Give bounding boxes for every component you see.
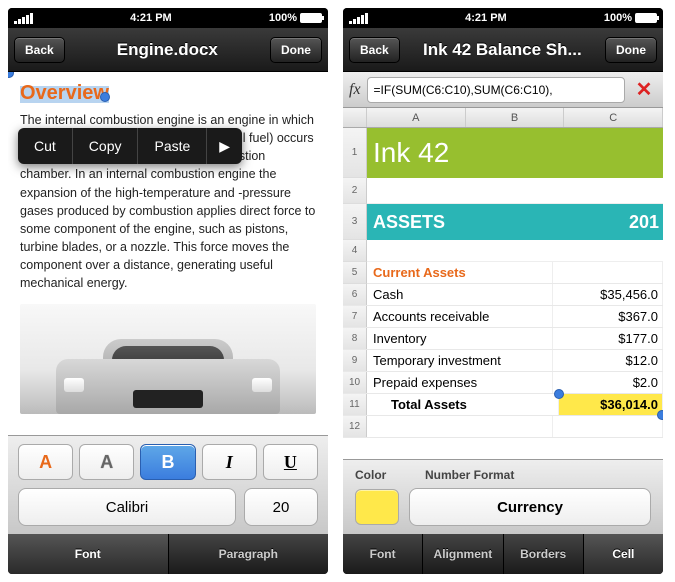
data-row[interactable]: 6Cash$35,456.0 bbox=[343, 284, 663, 306]
selection-handle[interactable] bbox=[554, 389, 564, 399]
done-button[interactable]: Done bbox=[605, 37, 657, 63]
cell-label[interactable]: Inventory bbox=[367, 328, 553, 349]
col-b[interactable]: B bbox=[466, 108, 565, 127]
document-body[interactable]: Overview The internal combustion engine … bbox=[8, 72, 328, 435]
blank-row[interactable] bbox=[343, 178, 663, 204]
fill-color-swatch[interactable] bbox=[355, 489, 399, 525]
bottom-tabs: Font Alignment Borders Cell bbox=[343, 534, 663, 574]
bottom-tabs: Font Paragraph bbox=[8, 534, 328, 574]
underline-button[interactable]: U bbox=[263, 444, 318, 480]
clock: 4:21 PM bbox=[130, 12, 172, 24]
font-color-button[interactable]: A bbox=[18, 444, 73, 480]
bold-button[interactable]: B bbox=[140, 444, 195, 480]
cell-label[interactable]: Prepaid expenses bbox=[367, 372, 553, 393]
tab-font[interactable]: Font bbox=[343, 534, 423, 574]
formula-input[interactable]: =IF(SUM(C6:C10),SUM(C6:C10), bbox=[367, 77, 625, 103]
cell-value[interactable]: $2.0 bbox=[553, 372, 663, 393]
cell-value[interactable]: $367.0 bbox=[553, 306, 663, 327]
cell-value[interactable]: $12.0 bbox=[553, 350, 663, 371]
signal-icon bbox=[349, 13, 368, 24]
tab-paragraph[interactable]: Paragraph bbox=[169, 534, 329, 574]
total-label[interactable]: Total Assets bbox=[367, 394, 559, 415]
more-actions-icon[interactable]: ▶ bbox=[207, 130, 242, 163]
row-num[interactable]: 9 bbox=[343, 350, 367, 371]
word-processor-screen: 4:21 PM 100% Back Engine.docx Done Overv… bbox=[8, 8, 328, 574]
cell-value[interactable]: $35,456.0 bbox=[553, 284, 663, 305]
cell-label[interactable]: Cash bbox=[367, 284, 553, 305]
status-bar: 4:21 PM 100% bbox=[8, 8, 328, 28]
cell-value[interactable]: $177.0 bbox=[553, 328, 663, 349]
fx-icon[interactable]: fx bbox=[349, 81, 361, 99]
cut-action[interactable]: Cut bbox=[18, 128, 73, 164]
paste-action[interactable]: Paste bbox=[138, 128, 207, 164]
font-size-picker[interactable]: 20 bbox=[244, 488, 318, 526]
heading-overview[interactable]: Overview bbox=[20, 82, 109, 104]
row-num[interactable]: 10 bbox=[343, 372, 367, 393]
number-format-picker[interactable]: Currency bbox=[409, 488, 651, 526]
clock: 4:21 PM bbox=[465, 12, 507, 24]
data-row[interactable]: 7Accounts receivable$367.0 bbox=[343, 306, 663, 328]
col-a[interactable]: A bbox=[367, 108, 466, 127]
row-num[interactable]: 4 bbox=[343, 240, 367, 262]
doc-title: Engine.docx bbox=[117, 40, 218, 60]
back-button[interactable]: Back bbox=[349, 37, 400, 63]
data-row[interactable]: 8Inventory$177.0 bbox=[343, 328, 663, 350]
cancel-formula-icon[interactable]: ✕ bbox=[631, 77, 657, 103]
status-bar: 4:21 PM 100% bbox=[343, 8, 663, 28]
cell-label[interactable]: Temporary investment bbox=[367, 350, 553, 371]
done-button[interactable]: Done bbox=[270, 37, 322, 63]
data-row[interactable]: 10Prepaid expenses$2.0 bbox=[343, 372, 663, 394]
spreadsheet-grid[interactable]: A B C 1 2 3 4 5 Ink 42 ASSETS 201 5 Curr… bbox=[343, 108, 663, 459]
column-headers: A B C bbox=[343, 108, 663, 128]
blank-row[interactable] bbox=[343, 240, 663, 262]
nav-bar: Back Ink 42 Balance Sh... Done bbox=[343, 28, 663, 72]
row-num[interactable]: 3 bbox=[343, 204, 367, 240]
row-num[interactable]: 2 bbox=[343, 178, 367, 204]
tab-borders[interactable]: Borders bbox=[504, 534, 584, 574]
sheet-title: Ink 42 Balance Sh... bbox=[423, 40, 582, 60]
tab-alignment[interactable]: Alignment bbox=[423, 534, 503, 574]
formula-bar: fx =IF(SUM(C6:C10),SUM(C6:C10), ✕ bbox=[343, 72, 663, 108]
row-num[interactable]: 7 bbox=[343, 306, 367, 327]
section-header[interactable]: Current Assets bbox=[367, 262, 553, 283]
selection-handle-end[interactable] bbox=[100, 92, 110, 102]
col-c[interactable]: C bbox=[564, 108, 663, 127]
italic-button[interactable]: I bbox=[202, 444, 257, 480]
total-value-cell[interactable]: $36,014.0 bbox=[559, 394, 663, 415]
cell-label[interactable]: Accounts receivable bbox=[367, 306, 553, 327]
row-num[interactable]: 1 bbox=[343, 128, 367, 178]
embedded-image[interactable] bbox=[20, 304, 316, 414]
row-num[interactable]: 6 bbox=[343, 284, 367, 305]
cell-format-toolbar: Color Number Format Currency bbox=[343, 459, 663, 534]
data-row[interactable]: 9Temporary investment$12.0 bbox=[343, 350, 663, 372]
battery-icon bbox=[300, 13, 322, 23]
row-num[interactable]: 8 bbox=[343, 328, 367, 349]
row-num[interactable]: 11 bbox=[343, 394, 367, 415]
copy-action[interactable]: Copy bbox=[73, 128, 139, 164]
spreadsheet-screen: 4:21 PM 100% Back Ink 42 Balance Sh... D… bbox=[343, 8, 663, 574]
back-button[interactable]: Back bbox=[14, 37, 65, 63]
context-menu: Cut Copy Paste ▶ bbox=[18, 128, 242, 164]
battery-icon bbox=[635, 13, 657, 23]
row-num[interactable]: 12 bbox=[343, 416, 367, 437]
selection-handle-start[interactable] bbox=[8, 72, 14, 78]
selection-handle[interactable] bbox=[657, 410, 663, 420]
tab-cell[interactable]: Cell bbox=[584, 534, 663, 574]
tab-font[interactable]: Font bbox=[8, 534, 169, 574]
signal-icon bbox=[14, 13, 33, 24]
sheet-company-title[interactable]: Ink 42 bbox=[343, 128, 663, 178]
font-family-picker[interactable]: Calibri bbox=[18, 488, 236, 526]
number-format-label: Number Format bbox=[425, 468, 514, 482]
format-toolbar: A A B I U Calibri 20 bbox=[8, 435, 328, 534]
assets-header[interactable]: ASSETS 201 bbox=[343, 204, 663, 240]
text-outline-button[interactable]: A bbox=[79, 444, 134, 480]
row-num[interactable]: 5 bbox=[343, 262, 367, 284]
select-all-corner[interactable] bbox=[343, 108, 367, 127]
color-label: Color bbox=[355, 468, 425, 482]
nav-bar: Back Engine.docx Done bbox=[8, 28, 328, 72]
